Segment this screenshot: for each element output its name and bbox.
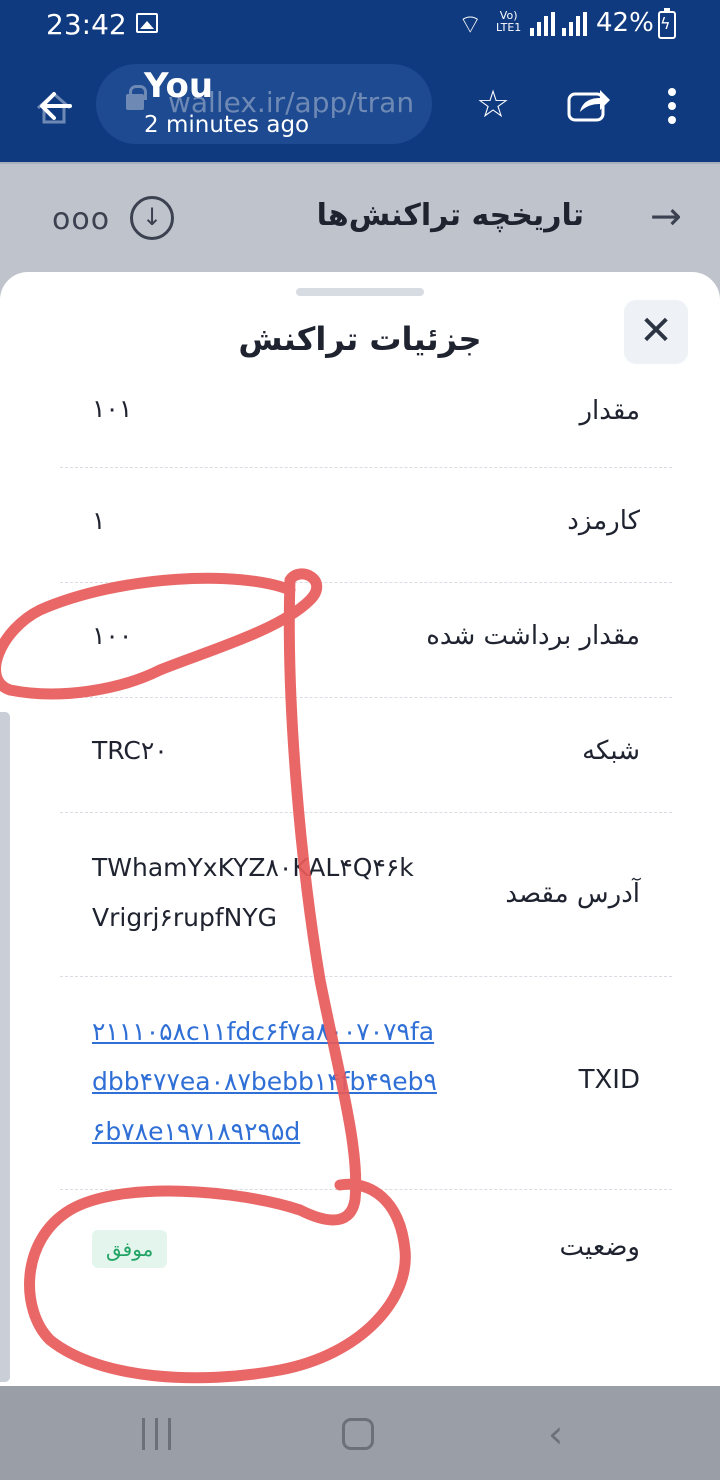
status-badge: موفق bbox=[92, 1230, 168, 1268]
status-time: 23:42 bbox=[46, 8, 127, 41]
transaction-details-sheet: جزئیات تراکنش ✕ مقدار ۱۰۱ کارمزد ۱ مقدار… bbox=[0, 272, 720, 1386]
address-line: Vrigrj۶rupfNYG bbox=[92, 903, 277, 932]
lock-icon bbox=[126, 85, 147, 110]
detail-row-withdrawn: مقدار برداشت شده ۱۰۰ bbox=[60, 583, 672, 698]
detail-row-network: شبکه TRC۲۰ bbox=[60, 698, 672, 813]
page-header: ooo ↓ تاریخچه تراکنش‌ها → bbox=[0, 162, 720, 272]
wifi-icon: ⌔ bbox=[458, 10, 483, 40]
address-line: TWhamYxKYZ۸۰KAL۴Q۴۶k bbox=[92, 853, 414, 882]
detail-row-status: وضعیت موفق bbox=[60, 1190, 672, 1310]
signal-icon-2 bbox=[562, 12, 587, 36]
detail-value: ۱۰۰ bbox=[92, 621, 133, 650]
signal-icon bbox=[530, 12, 555, 36]
detail-label: TXID bbox=[578, 1065, 640, 1095]
battery-icon bbox=[658, 8, 676, 39]
home-back-icon[interactable] bbox=[34, 86, 78, 126]
page-title: تاریخچه تراکنش‌ها bbox=[316, 198, 584, 233]
more-options-icon[interactable]: ooo bbox=[52, 202, 110, 237]
close-button[interactable]: ✕ bbox=[624, 300, 688, 364]
status-bar: 23:42 ⌔ Vo) LTE1 42% bbox=[0, 0, 720, 50]
detail-label: مقدار bbox=[579, 396, 640, 426]
download-icon[interactable]: ↓ bbox=[130, 196, 174, 240]
back-icon[interactable]: ‹ bbox=[548, 1414, 563, 1454]
detail-value: ۱۰۱ bbox=[92, 394, 133, 423]
battery-percent: 42% bbox=[596, 8, 654, 38]
back-arrow-icon[interactable]: → bbox=[650, 194, 682, 238]
detail-label: کارمزد bbox=[567, 506, 640, 536]
browser-toolbar: wallex.ir/app/tran You 2 minutes ago ☆ bbox=[0, 50, 720, 162]
detail-row-fee: کارمزد ۱ bbox=[60, 468, 672, 583]
network-label: Vo) LTE1 bbox=[496, 9, 522, 34]
bookmark-star-icon[interactable]: ☆ bbox=[476, 84, 510, 124]
txid-link[interactable]: ۲۱۱۱۰۵۸c۱۱fdc۶f۷a۸۰۰۷۰۷۹fa dbb۴۷۷ea۰۸۷be… bbox=[92, 1007, 437, 1157]
detail-label: وضعیت bbox=[559, 1232, 640, 1262]
more-vert-icon[interactable] bbox=[662, 86, 682, 126]
home-icon[interactable] bbox=[342, 1418, 374, 1450]
gallery-notification-icon bbox=[136, 13, 158, 33]
recents-icon[interactable] bbox=[140, 1418, 174, 1450]
detail-row-amount: مقدار ۱۰۱ bbox=[60, 382, 672, 468]
destination-address[interactable]: TWhamYxKYZ۸۰KAL۴Q۴۶k Vrigrj۶rupfNYG bbox=[92, 843, 414, 943]
sheet-title: جزئیات تراکنش bbox=[238, 320, 482, 358]
detail-label: مقدار برداشت شده bbox=[426, 621, 640, 651]
detail-label: شبکه bbox=[582, 736, 640, 766]
share-icon[interactable] bbox=[566, 84, 612, 124]
sheet-drag-handle[interactable] bbox=[296, 288, 424, 296]
scrollbar[interactable] bbox=[0, 712, 10, 1382]
notification-title: You bbox=[144, 66, 214, 106]
notification-subtitle: 2 minutes ago bbox=[144, 112, 310, 138]
txid-line: ۶b۷۸e۱۹۷۱۸۹۲۹۵d bbox=[92, 1117, 301, 1146]
detail-value: ۱ bbox=[92, 506, 106, 535]
txid-line: dbb۴۷۷ea۰۸۷bebb۱۴fb۴۹eb۹ bbox=[92, 1067, 437, 1096]
detail-value: TRC۲۰ bbox=[92, 736, 168, 765]
detail-row-destination: آدرس مقصد TWhamYxKYZ۸۰KAL۴Q۴۶k Vrigrj۶ru… bbox=[60, 813, 672, 977]
system-nav-bar: ‹ bbox=[0, 1386, 720, 1480]
txid-line: ۲۱۱۱۰۵۸c۱۱fdc۶f۷a۸۰۰۷۰۷۹fa bbox=[92, 1017, 435, 1046]
detail-row-txid: TXID ۲۱۱۱۰۵۸c۱۱fdc۶f۷a۸۰۰۷۰۷۹fa dbb۴۷۷ea… bbox=[60, 977, 672, 1190]
detail-label: آدرس مقصد bbox=[505, 879, 640, 909]
